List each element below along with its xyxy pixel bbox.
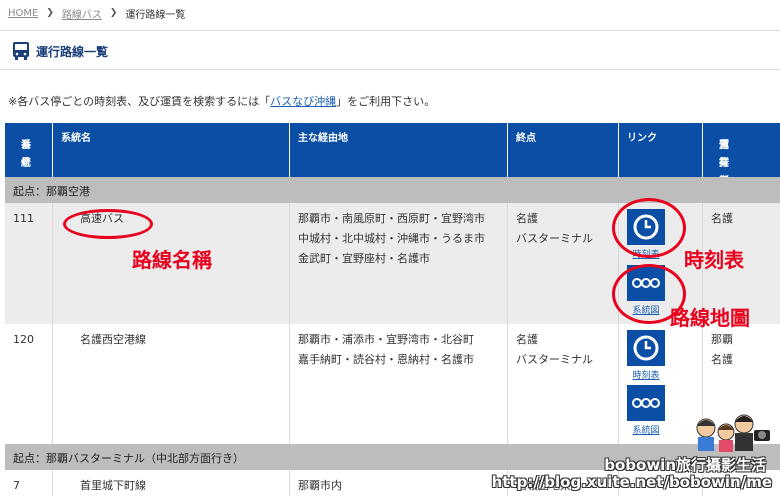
route-map-annotation: 路線地圖 [670,306,750,330]
timetable-annotation: 時刻表 [684,248,744,272]
header-terminal: 終点 [508,123,619,177]
route-terminal: 名護 バスターミナル [516,333,593,366]
route-number: 111 [13,212,34,225]
header-via: 主な経由地 [290,123,508,177]
page-title: 運行路線一覧 [36,45,109,59]
timetable-button[interactable] [627,330,665,366]
route-via: 那覇市内 [298,479,342,492]
route-office: 那覇 名護 [711,333,733,366]
table-header: 系統番号 系統名 主な経由地 終点 リンク 運行担当営業所 [5,123,780,205]
bus-navi-link[interactable]: バスなび沖縄 [270,95,336,108]
route-links: 時刻表 系統図 [619,324,703,444]
group-header: 起点：那覇空港 [5,177,780,203]
notice-prefix: ※各バス停ごとの時刻表、及び運賃を検索するには「 [8,95,271,108]
route-map-link[interactable]: 系統図 [627,423,665,436]
route-map-button[interactable] [627,385,665,421]
route-office: 名護 [711,212,733,225]
route-terminal: 名護 バスターミナル [516,212,593,245]
route-number: 120 [13,333,34,346]
notice-text: ※各バス停ごとの時刻表、及び運賃を検索するには「バスなび沖縄」をご利用下さい。 [8,93,435,109]
watermark-brand: bobowin旅行攝影生活 [604,456,766,474]
timetable-highlight [612,198,686,258]
breadcrumb-route-bus-link[interactable]: 路線バス [62,6,102,21]
clock-icon [633,335,659,361]
table-row: 120 名護西空港線 那覇市・浦添市・宜野湾市・北谷町 嘉手納町・読谷村・恩納村・… [5,324,780,444]
timetable-link[interactable]: 時刻表 [627,368,665,381]
route-name-highlight [63,209,153,239]
route-name: 名護西空港線 [80,333,146,346]
breadcrumb-current: 運行路線一覧 [125,9,186,21]
header-name: 系統名 [53,123,290,177]
breadcrumb: HOME ❯ 路線バス ❯ 運行路線一覧 [8,6,186,21]
bus-icon [13,42,29,60]
breadcrumb-home-link[interactable]: HOME [8,8,38,19]
route-name-annotation: 路線名稱 [132,248,212,272]
route-name: 首里城下町線 [80,479,146,492]
route-via: 那覇市・浦添市・宜野湾市・北谷町 嘉手納町・読谷村・恩納村・名護市 [298,333,474,366]
family-cartoon-logo [696,414,770,452]
route-via: 那覇市・南風原町・西原町・宜野湾市 中城村・北中城村・沖縄市・うるま市 金武町・宜野… [298,212,485,265]
route-map-icon [632,398,660,408]
notice-suffix: 」をご利用下さい。 [336,95,436,108]
header-link: リンク [619,123,703,177]
page-header: 運行路線一覧 [0,30,780,70]
breadcrumb-chevron-icon: ❯ [109,8,118,18]
watermark-url: http://blog.xuite.net/bobowin/me [491,473,772,491]
breadcrumb-chevron-icon: ❯ [46,8,54,18]
route-number: 7 [13,479,20,492]
header-number: 系統 番号 [5,123,53,177]
header-office: 運行担当営業所 [719,140,729,205]
